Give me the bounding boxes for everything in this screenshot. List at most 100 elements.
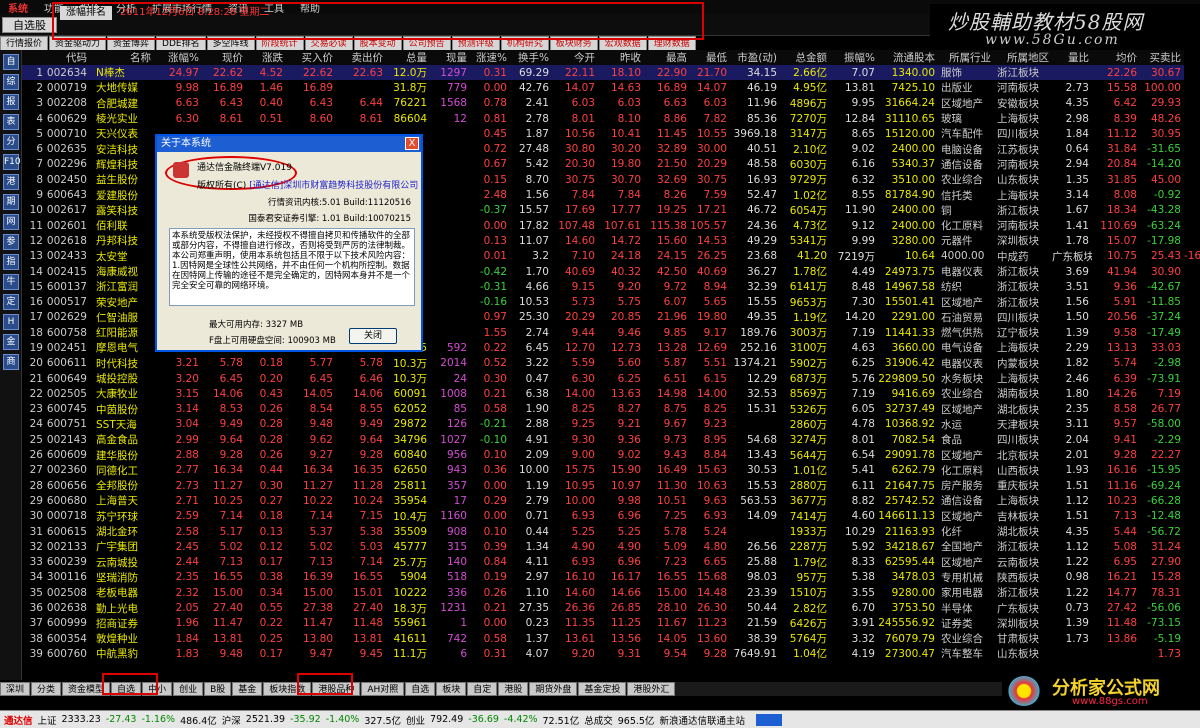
- column-header[interactable]: 涨幅%: [154, 50, 202, 65]
- table-cell: 45777: [393, 540, 427, 553]
- table-cell: 17.21: [696, 204, 727, 217]
- column-header[interactable]: 均价: [1092, 50, 1140, 65]
- toolbar-button[interactable]: 牛: [3, 274, 19, 290]
- table-row[interactable]: 1 002634 N棒杰 24.97 22.62 4.52 22.62 22.63 12.0万 1…: [22, 65, 1200, 81]
- column-header[interactable]: [22, 50, 46, 65]
- copyright-owner[interactable]: [通达信]深圳市财富趋势科技股份有限公司: [249, 181, 418, 191]
- close-button[interactable]: 关闭: [349, 328, 397, 344]
- bottom-tab[interactable]: 基金: [232, 682, 263, 696]
- table-row[interactable]: 27 002360 同德化工 2.77 16.34 0.44 16.34 16.35 62650…: [22, 463, 1200, 478]
- table-cell: 5.37: [309, 525, 333, 538]
- license-text[interactable]: 本系统受版权法保护，未经授权不得擅自拷贝和传播软件的全部或部分内容，不得擅自进行…: [169, 228, 415, 306]
- bottom-tab[interactable]: 港股外汇: [627, 682, 676, 696]
- table-cell: 31.8万: [393, 82, 427, 95]
- table-row[interactable]: 2 000719 大地传媒 9.98 16.89 1.46 16.89 31.8万 779 0.0…: [22, 80, 1200, 95]
- table-row[interactable]: 3 002208 合肥城建 6.63 6.43 0.40 6.43 6.44 76221 1568…: [22, 96, 1200, 111]
- column-header[interactable]: 涨跌: [246, 50, 286, 65]
- bottom-tab[interactable]: 板块: [436, 682, 467, 696]
- column-header[interactable]: 量比: [1052, 50, 1092, 65]
- table-cell: 16.49: [656, 464, 687, 477]
- column-header[interactable]: 买入价: [286, 50, 336, 65]
- menu-item[interactable]: 系统: [0, 0, 36, 15]
- bottom-tab[interactable]: 分类: [31, 682, 62, 696]
- toolbar-button[interactable]: 分: [3, 134, 19, 150]
- table-cell: 浙江富润: [96, 281, 138, 294]
- table-row[interactable]: 4 600629 棱光实业 6.30 8.61 0.51 8.60 8.61 86604 12 0.…: [22, 111, 1200, 126]
- table-row[interactable]: 29 600680 上海普天 2.71 10.25 0.27 10.22 10.24 35954…: [22, 493, 1200, 508]
- toolbar-button[interactable]: 定: [3, 294, 19, 310]
- table-row[interactable]: 38 600354 敦煌种业 1.84 13.81 0.25 13.80 13.81 41611…: [22, 631, 1200, 646]
- column-header[interactable]: 总金额: [780, 50, 830, 65]
- bottom-tab[interactable]: 港股: [498, 682, 529, 696]
- bottom-tab[interactable]: 自定: [467, 682, 498, 696]
- table-row[interactable]: 37 600999 招商证券 1.96 11.47 0.22 11.47 11.48 55961…: [22, 616, 1200, 631]
- toolbar-button[interactable]: 网: [3, 214, 19, 230]
- table-cell: -14.20: [1147, 158, 1181, 171]
- column-header[interactable]: 最低: [690, 50, 730, 65]
- toolbar-button[interactable]: 商: [3, 354, 19, 370]
- column-header[interactable]: 所属行业: [938, 50, 994, 65]
- table-row[interactable]: 23 600745 中茵股份 3.14 8.53 0.26 8.54 8.55 62052 85 0…: [22, 402, 1200, 417]
- table-row[interactable]: 31 600615 湖北金环 2.58 5.17 0.13 5.37 5.38 35509 908…: [22, 524, 1200, 539]
- column-header[interactable]: 涨速%: [470, 50, 510, 65]
- bottom-tab[interactable]: AH对照: [361, 682, 405, 696]
- toolbar-button[interactable]: 期: [3, 194, 19, 210]
- table-cell: 5340.37: [891, 158, 935, 171]
- table-row[interactable]: 32 002133 广宇集团 2.45 5.02 0.12 5.02 5.03 45777 315…: [22, 539, 1200, 554]
- table-row[interactable]: 24 600751 SST天海 3.04 9.49 0.28 9.48 9.49 29872 12…: [22, 417, 1200, 432]
- table-row[interactable]: 35 002508 老板电器 2.32 15.00 0.34 15.00 15.01 10222…: [22, 585, 1200, 600]
- column-header[interactable]: 买卖比: [1140, 50, 1184, 65]
- toolbar-button[interactable]: H: [3, 314, 19, 330]
- column-header[interactable]: 现量: [430, 50, 470, 65]
- column-header[interactable]: 流通股本: [878, 50, 938, 65]
- table-row[interactable]: 30 000718 苏宁环球 2.59 7.14 0.18 7.14 7.15 10.4万 116…: [22, 509, 1200, 524]
- toolbar-button[interactable]: 报: [3, 94, 19, 110]
- connection-icon[interactable]: [755, 713, 782, 726]
- bottom-tab[interactable]: 深圳: [0, 682, 31, 696]
- table-row[interactable]: 36 002638 勤上光电 2.05 27.40 0.55 27.38 27.40 18.3万…: [22, 600, 1200, 615]
- table-row[interactable]: 20 600611 时代科技 3.21 5.78 0.18 5.77 5.78 10.3万 201…: [22, 356, 1200, 371]
- dialog-close-icon[interactable]: X: [405, 137, 419, 150]
- toolbar-button[interactable]: 港: [3, 174, 19, 190]
- toolbar-button[interactable]: 金: [3, 334, 19, 350]
- table-row[interactable]: 25 002143 高金食品 2.99 9.64 0.28 9.62 9.64 34796 102…: [22, 432, 1200, 447]
- bottom-tab[interactable]: 创业: [173, 682, 204, 696]
- bottom-tab[interactable]: 期货外盘: [529, 682, 578, 696]
- column-header[interactable]: 最高: [644, 50, 690, 65]
- bottom-tab[interactable]: 自选: [405, 682, 436, 696]
- favorites-button[interactable]: 自选股: [2, 17, 57, 33]
- table-row[interactable]: 26 600609 建华股份 2.88 9.28 0.26 9.27 9.28 60840 956…: [22, 447, 1200, 462]
- column-header[interactable]: 市盈(动): [730, 50, 780, 65]
- column-header[interactable]: 代码: [46, 50, 90, 65]
- table-cell: 四川板块: [997, 311, 1039, 324]
- column-header[interactable]: 振幅%: [830, 50, 878, 65]
- toolbar-button[interactable]: 参: [3, 234, 19, 250]
- table-row[interactable]: 33 600239 云南城投 2.44 7.13 0.17 7.13 7.14 25.7万 140…: [22, 555, 1200, 570]
- column-header[interactable]: 现价: [202, 50, 246, 65]
- table-row[interactable]: 21 600649 城投控股 3.20 6.45 0.20 6.45 6.46 10.3万 24 0…: [22, 371, 1200, 386]
- column-header[interactable]: 今开: [552, 50, 598, 65]
- dialog-title-bar[interactable]: 关于本系统 X: [157, 136, 421, 152]
- column-header[interactable]: 换手%: [510, 50, 552, 65]
- disk-info: F盘上可用硬盘空间: 100903 MB: [209, 336, 336, 346]
- column-header[interactable]: 卖出价: [336, 50, 386, 65]
- table-row[interactable]: 28 600656 全邦股份 2.73 11.27 0.30 11.27 11.28 25811…: [22, 478, 1200, 493]
- table-row[interactable]: 34 300116 坚瑞消防 2.35 16.55 0.38 16.39 16.55 5904 5…: [22, 570, 1200, 585]
- column-header[interactable]: 总量: [386, 50, 430, 65]
- server-name[interactable]: 新浪通达信联通主站: [659, 713, 745, 727]
- column-header[interactable]: 名称: [90, 50, 154, 65]
- table-row[interactable]: 22 002505 大康牧业 3.15 14.06 0.43 14.05 14.06 60091…: [22, 386, 1200, 401]
- toolbar-button[interactable]: 指: [3, 254, 19, 270]
- bottom-tab[interactable]: 基金定投: [578, 682, 627, 696]
- column-header[interactable]: 所属地区: [994, 50, 1052, 65]
- table-cell: 16.17: [610, 571, 641, 584]
- toolbar-button[interactable]: 自: [3, 54, 19, 70]
- table-row[interactable]: 39 600760 中航黑豹 1.83 9.48 0.17 9.47 9.45 11.1万 6 0.…: [22, 646, 1200, 661]
- view-tab[interactable]: 行情报价: [0, 36, 49, 50]
- toolbar-button[interactable]: 表: [3, 114, 19, 130]
- column-header[interactable]: 昨收: [598, 50, 644, 65]
- bottom-tab[interactable]: B股: [204, 682, 232, 696]
- table-cell: 14.63: [610, 81, 641, 94]
- toolbar-button[interactable]: F10: [3, 154, 21, 170]
- toolbar-button[interactable]: 综: [3, 74, 19, 90]
